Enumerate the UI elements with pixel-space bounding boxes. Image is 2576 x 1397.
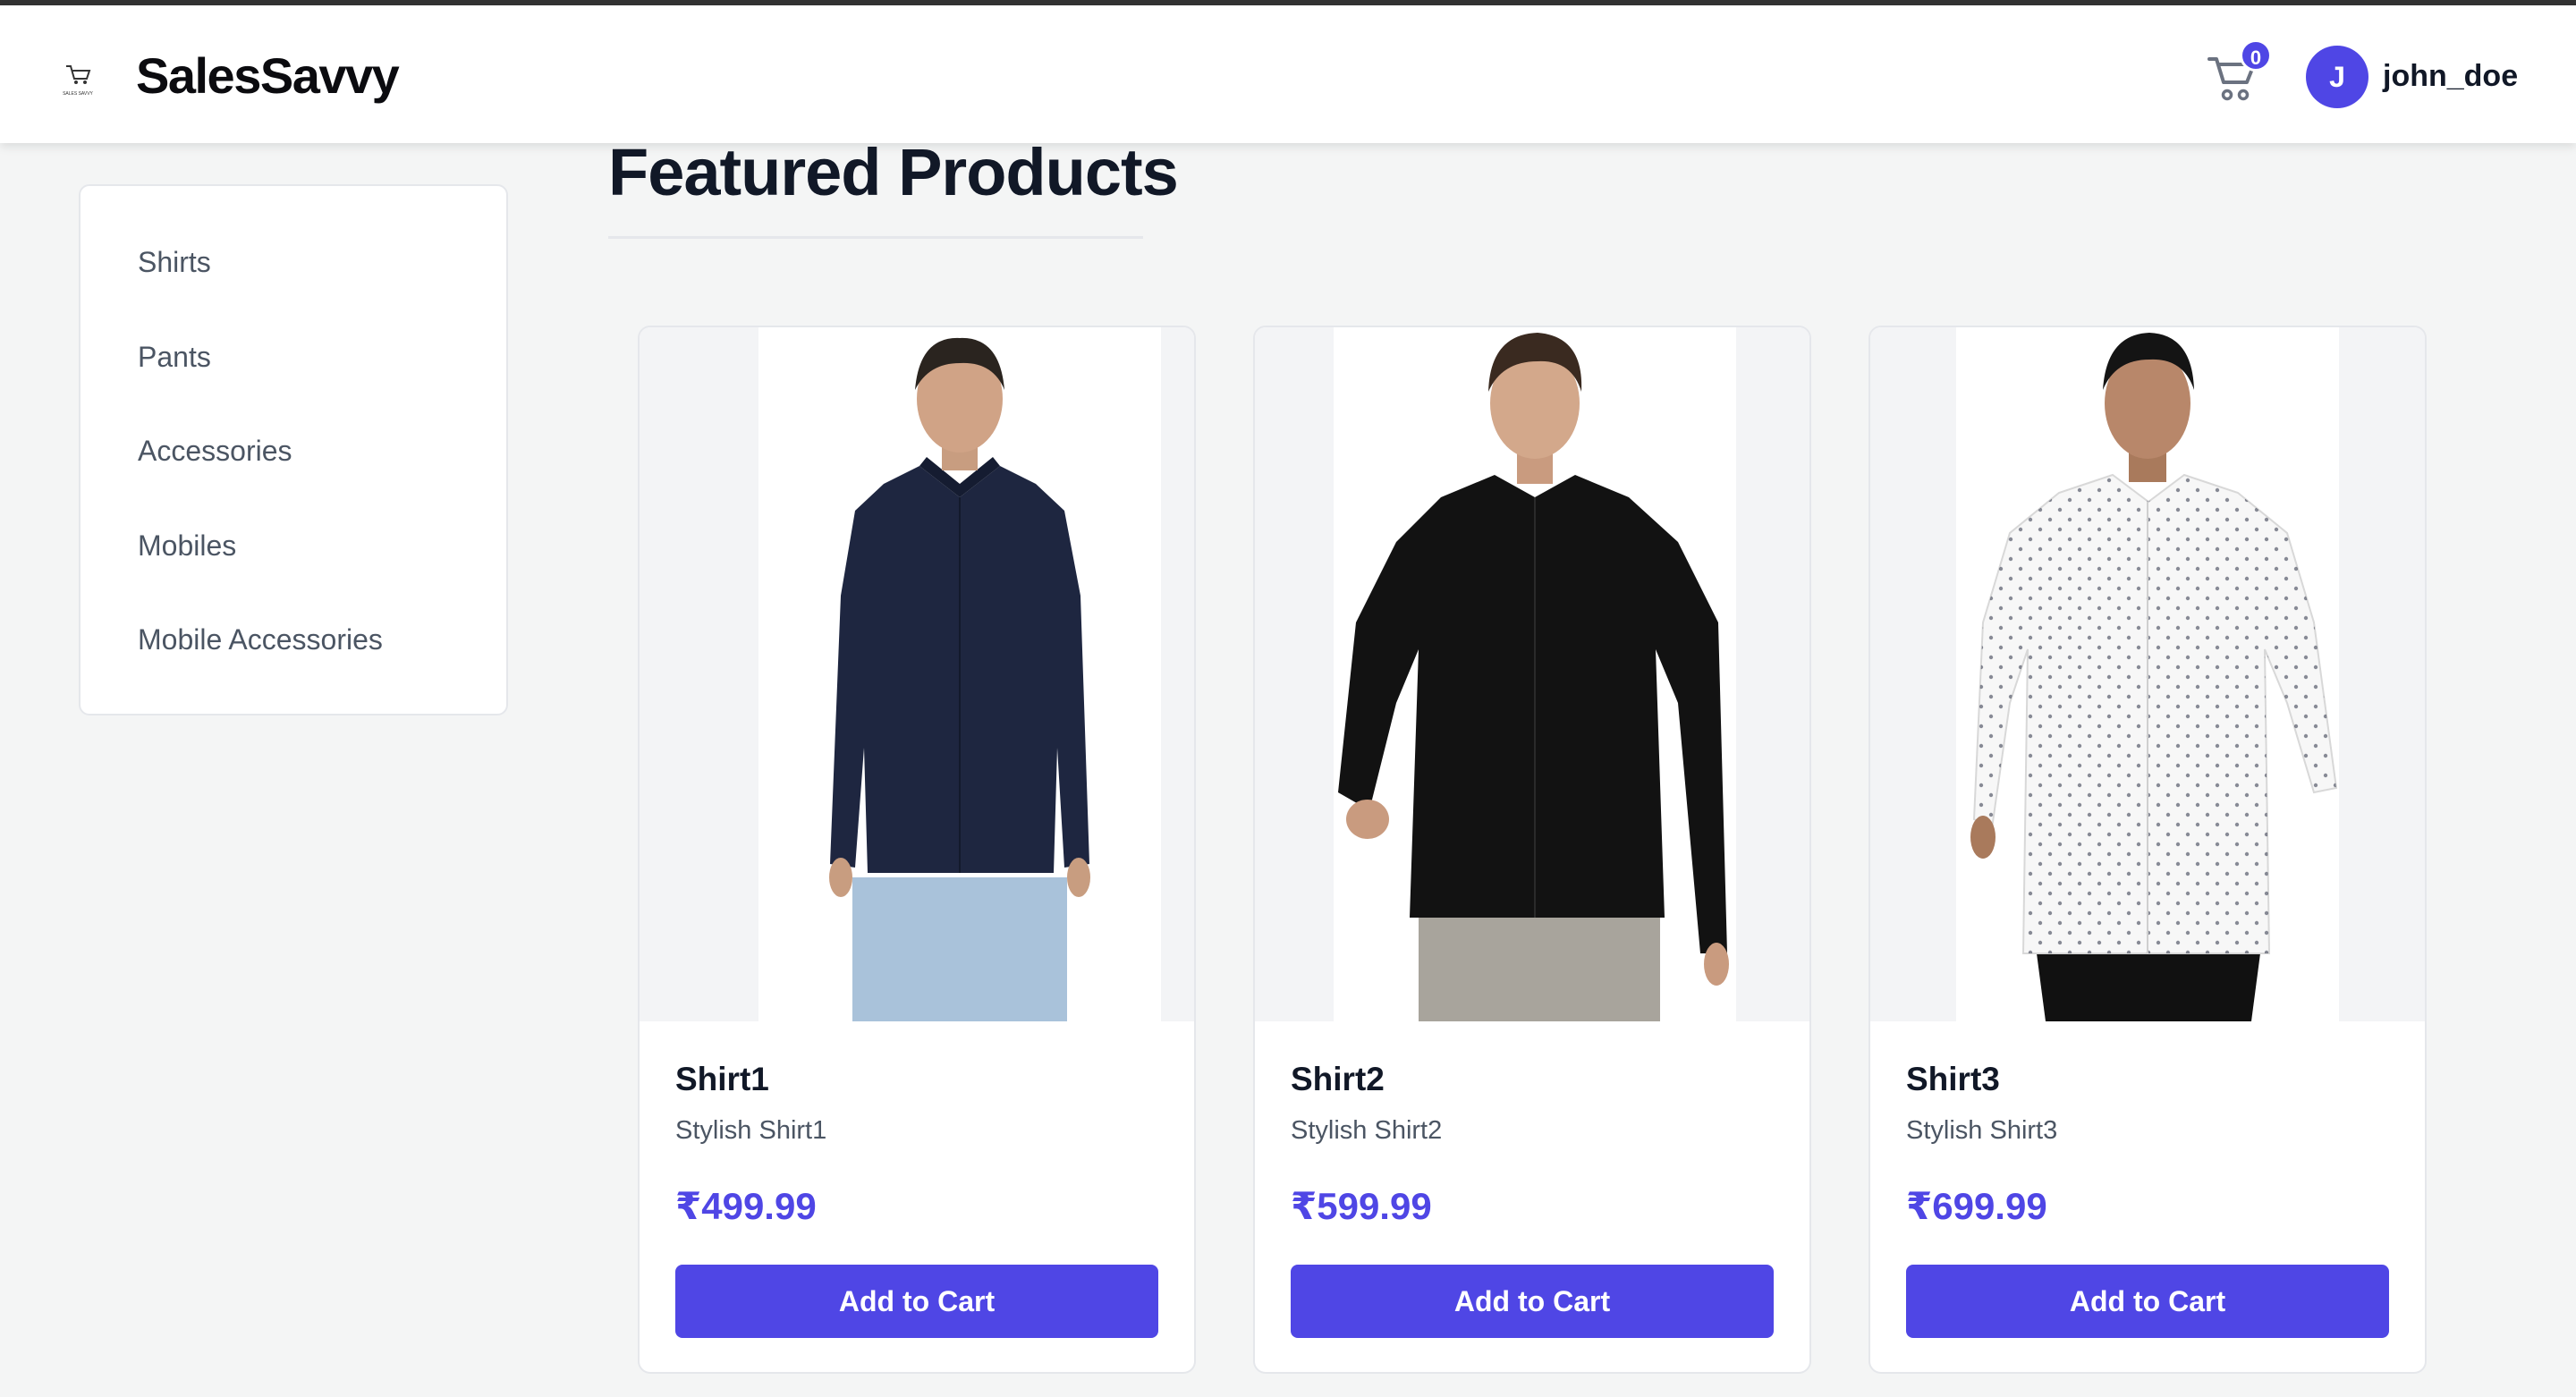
product-image[interactable] [640, 327, 1194, 1021]
sidebar-item-mobile-accessories[interactable]: Mobile Accessories [138, 613, 383, 666]
product-price: ₹599.99 [1291, 1185, 1432, 1227]
user-avatar[interactable]: J [2306, 46, 2368, 108]
add-to-cart-button[interactable]: Add to Cart [1291, 1265, 1774, 1338]
sidebar-item-accessories[interactable]: Accessories [138, 424, 292, 478]
product-name: Shirt3 [1906, 1061, 2000, 1097]
product-price: ₹499.99 [675, 1185, 817, 1227]
shirt-model-photo [758, 327, 1161, 1021]
product-image[interactable] [1870, 327, 2425, 1021]
sidebar-item-mobiles[interactable]: Mobiles [138, 519, 236, 572]
cart-button[interactable]: 0 [2202, 39, 2277, 111]
product-name: Shirt2 [1291, 1061, 1385, 1097]
product-card: Shirt1 Stylish Shirt1 ₹499.99 Add to Car… [638, 326, 1196, 1374]
shirt-model-photo [1956, 327, 2339, 1021]
cart-count-badge: 0 [2240, 39, 2272, 72]
product-description: Stylish Shirt1 [675, 1116, 827, 1145]
add-to-cart-button[interactable]: Add to Cart [675, 1265, 1158, 1338]
cart-logo-icon: SALES SAVVY [63, 65, 94, 97]
category-sidebar: Shirts Pants Accessories Mobiles Mobile … [79, 184, 508, 715]
product-description: Stylish Shirt2 [1291, 1116, 1443, 1145]
product-description: Stylish Shirt3 [1906, 1116, 2058, 1145]
shirt-model-photo [1334, 327, 1736, 1021]
product-image[interactable] [1255, 327, 1809, 1021]
logo-text: SALES SAVVY [63, 91, 93, 97]
add-to-cart-button[interactable]: Add to Cart [1906, 1265, 2389, 1338]
top-navbar: SALES SAVVY SalesSavvy 0 J john_doe [0, 5, 2576, 143]
page-title: Featured Products [608, 135, 1179, 209]
sidebar-item-pants[interactable]: Pants [138, 330, 211, 384]
product-name: Shirt1 [675, 1061, 769, 1097]
product-card: Shirt2 Stylish Shirt2 ₹599.99 Add to Car… [1253, 326, 1811, 1374]
sidebar-item-shirts[interactable]: Shirts [138, 235, 211, 289]
username[interactable]: john_doe [2383, 59, 2518, 94]
product-card: Shirt3 Stylish Shirt3 ₹699.99 Add to Car… [1868, 326, 2427, 1374]
brand-name[interactable]: SalesSavvy [136, 47, 400, 105]
product-price: ₹699.99 [1906, 1185, 2047, 1227]
title-divider [608, 236, 1143, 239]
